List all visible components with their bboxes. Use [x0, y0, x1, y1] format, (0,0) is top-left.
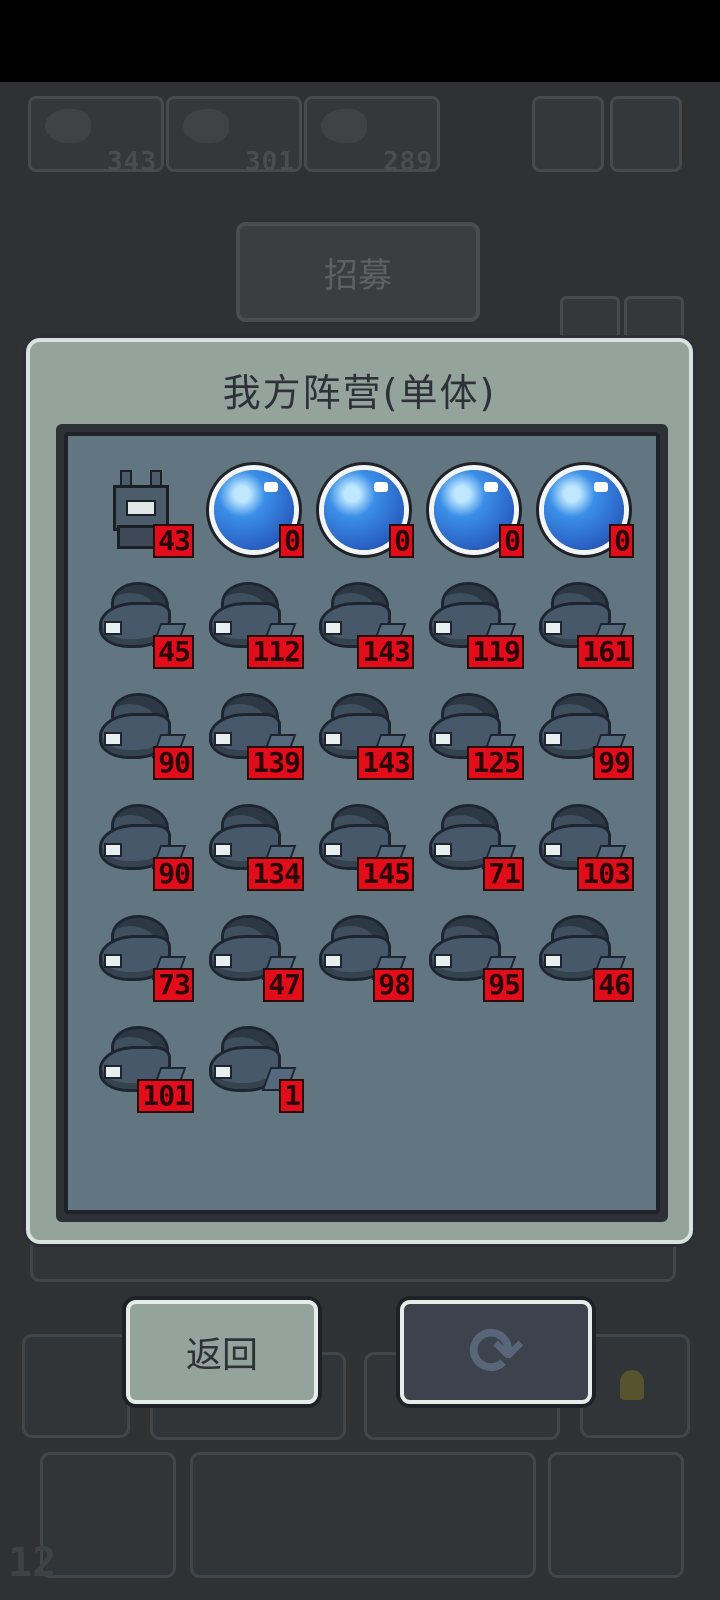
unit-count: 43 [155, 526, 192, 556]
unit-slot[interactable]: 161 [534, 573, 644, 684]
unit-slot[interactable]: 95 [424, 906, 534, 1017]
unit-slot[interactable]: 0 [204, 462, 314, 573]
unit-count: 0 [501, 526, 522, 556]
unit-slot[interactable]: 101 [94, 1017, 204, 1128]
unit-count: 103 [579, 859, 632, 889]
unit-slot[interactable]: 71 [424, 795, 534, 906]
refresh-icon: ⟳ [468, 1313, 524, 1390]
diamond-button [22, 1334, 130, 1438]
unit-count: 46 [595, 970, 632, 1000]
level-indicator: 12 [8, 1540, 57, 1586]
unit-count: 47 [265, 970, 302, 1000]
unit-slot[interactable]: 119 [424, 573, 534, 684]
unit-frame: 43 0 0 0 0 45 112 143 119 161 90 139 143 125 99 90 134 14… [56, 424, 668, 1222]
unit-count: 125 [469, 748, 522, 778]
unit-count: 139 [249, 748, 302, 778]
resource-slot-2: 301 [166, 96, 302, 177]
unit-slot[interactable]: 125 [424, 684, 534, 795]
close-button [40, 1452, 176, 1578]
unit-slot[interactable]: 47 [204, 906, 314, 1017]
pawn-button-2 [548, 1452, 684, 1578]
unit-count: 95 [485, 970, 522, 1000]
unit-count: 73 [155, 970, 192, 1000]
modal-title: 我方阵营(单体) [222, 371, 497, 415]
resource-slot-1: 343 [28, 96, 164, 177]
unit-count: 98 [375, 970, 412, 1000]
status-bar [0, 0, 720, 82]
unit-slot[interactable]: 143 [314, 684, 424, 795]
unit-count: 134 [249, 859, 302, 889]
unit-count: 0 [391, 526, 412, 556]
resource-value: 343 [107, 147, 157, 177]
unit-grid: 43 0 0 0 0 45 112 143 119 161 90 139 143 125 99 90 134 14… [94, 462, 644, 1128]
unit-slot[interactable]: 143 [314, 573, 424, 684]
back-button[interactable]: 返回 [126, 1300, 318, 1404]
unit-slot[interactable]: 134 [204, 795, 314, 906]
unit-panel: 43 0 0 0 0 45 112 143 119 161 90 139 143 125 99 90 134 14… [64, 432, 660, 1214]
fish-icon [45, 109, 91, 143]
unit-slot[interactable]: 103 [534, 795, 644, 906]
unit-slot[interactable]: 45 [94, 573, 204, 684]
unit-slot[interactable]: 112 [204, 573, 314, 684]
refresh-button[interactable]: ⟳ [400, 1300, 592, 1404]
unit-count: 90 [155, 859, 192, 889]
unit-count: 161 [579, 637, 632, 667]
unit-count: 119 [469, 637, 522, 667]
team-modal: 我方阵营(单体) 43 0 0 0 0 45 112 143 119 161 90 139 143 125… [26, 338, 693, 1244]
unit-slot[interactable]: 90 [94, 684, 204, 795]
fish-icon [212, 1029, 294, 1101]
resource-slot-3: 289 [304, 96, 440, 177]
unit-count: 145 [359, 859, 412, 889]
fish-icon [321, 109, 367, 143]
unit-count: 0 [611, 526, 632, 556]
unit-slot[interactable]: 73 [94, 906, 204, 1017]
unit-slot[interactable]: 98 [314, 906, 424, 1017]
unit-count: 0 [281, 526, 302, 556]
unit-slot[interactable]: 145 [314, 795, 424, 906]
menu-button [532, 96, 604, 172]
fish-icon [183, 109, 229, 143]
unit-count: 101 [139, 1081, 192, 1111]
unit-slot[interactable]: 46 [534, 906, 644, 1017]
unit-count: 143 [359, 637, 412, 667]
unit-count: 45 [155, 637, 192, 667]
unit-count: 112 [249, 637, 302, 667]
unit-slot[interactable]: 90 [94, 795, 204, 906]
unit-slot[interactable]: 0 [424, 462, 534, 573]
settings-button [610, 96, 682, 172]
unit-slot[interactable]: 99 [534, 684, 644, 795]
resource-value: 301 [245, 147, 295, 177]
unit-slot[interactable]: 1 [204, 1017, 314, 1128]
start-button [190, 1452, 536, 1578]
unit-slot[interactable]: 0 [534, 462, 644, 573]
resource-value: 289 [383, 147, 433, 177]
unit-count: 1 [281, 1081, 302, 1111]
unit-slot[interactable]: 139 [204, 684, 314, 795]
pawn-icon [620, 1370, 644, 1400]
unit-slot[interactable]: 43 [94, 462, 204, 573]
unit-count: 99 [595, 748, 632, 778]
unit-count: 71 [485, 859, 522, 889]
unit-slot[interactable]: 0 [314, 462, 424, 573]
unit-count: 143 [359, 748, 412, 778]
unit-count: 90 [155, 748, 192, 778]
recruit-button: 招募 [236, 222, 480, 322]
